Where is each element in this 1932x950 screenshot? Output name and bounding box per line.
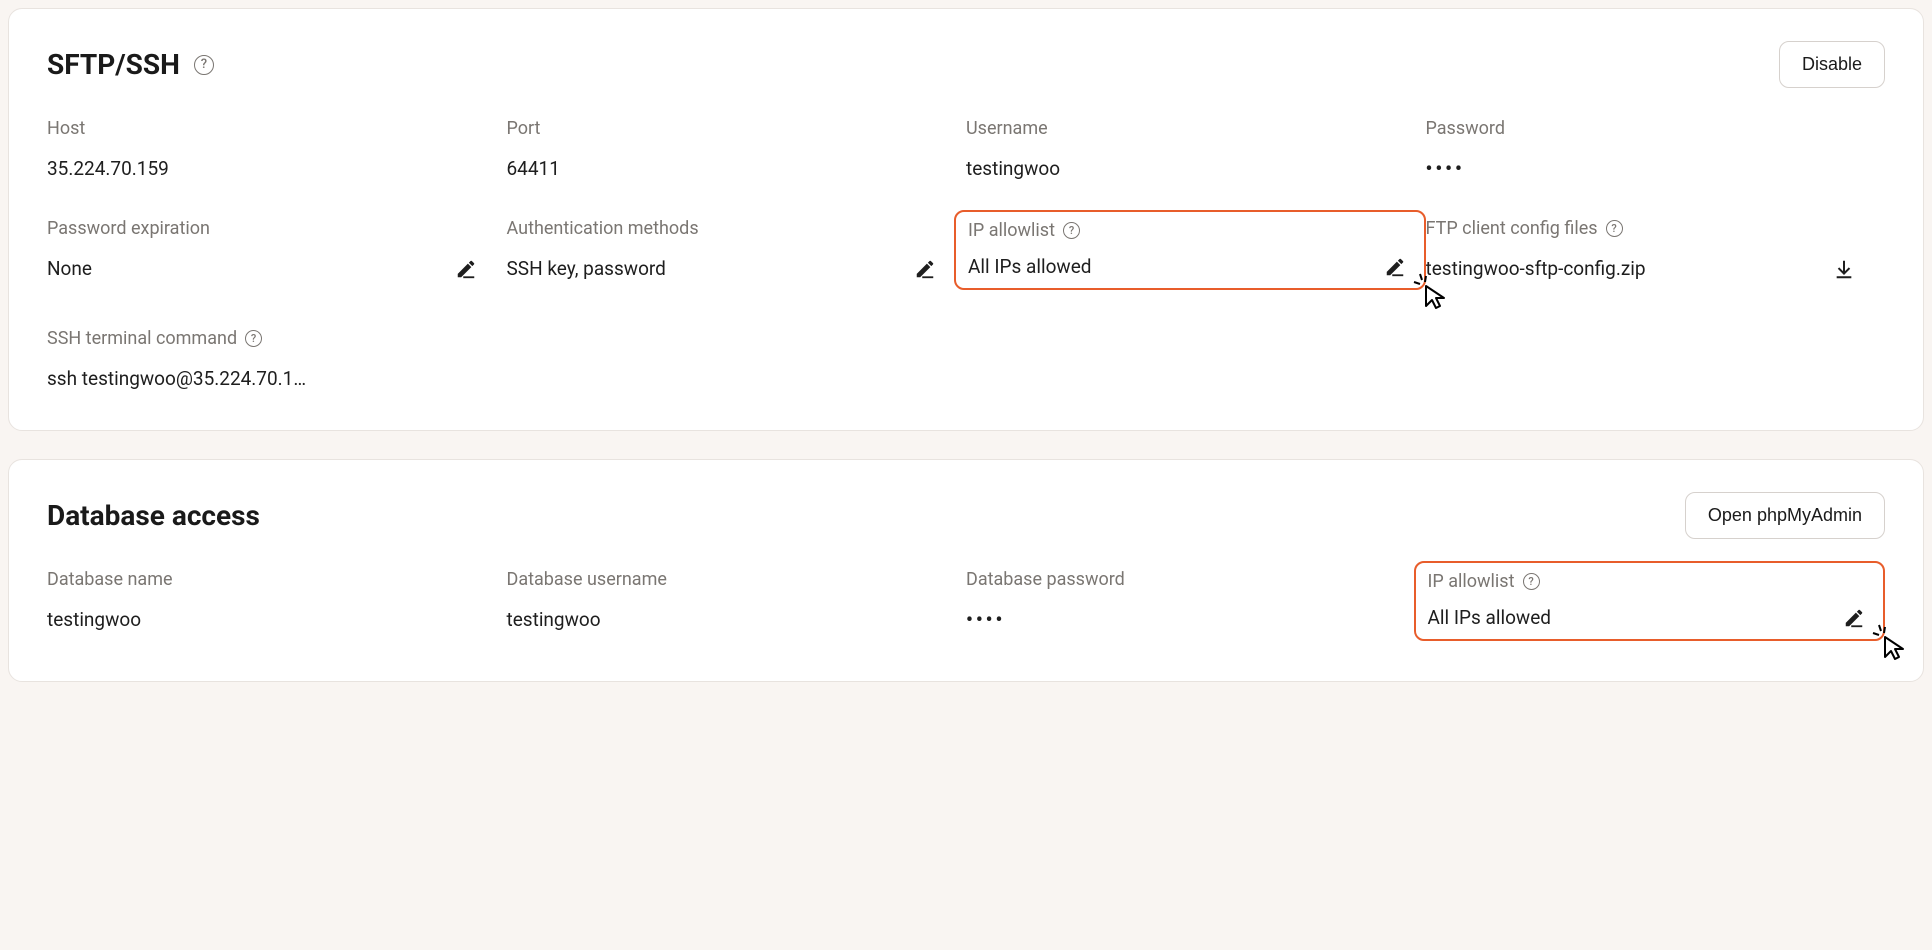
auth-methods-value: SSH key, password: [507, 257, 666, 280]
open-phpmyadmin-button[interactable]: Open phpMyAdmin: [1685, 492, 1885, 539]
ftp-config-label: FTP client config files: [1426, 218, 1598, 239]
ip-allowlist-label: IP allowlist: [968, 220, 1055, 241]
host-value: 35.224.70.159: [47, 157, 507, 180]
db-username-label: Database username: [507, 569, 967, 590]
db-name-label: Database name: [47, 569, 507, 590]
help-icon[interactable]: ?: [1523, 573, 1540, 590]
sftp-ip-allowlist-highlight: IP allowlist ? All IPs allowed: [954, 210, 1426, 290]
edit-icon[interactable]: [914, 258, 936, 280]
ip-allowlist-value: All IPs allowed: [968, 255, 1092, 278]
help-icon[interactable]: ?: [194, 55, 214, 75]
password-label: Password: [1426, 118, 1886, 139]
db-name-value: testingwoo: [47, 608, 507, 631]
download-icon[interactable]: [1833, 258, 1855, 280]
sftp-ssh-title: SFTP/SSH ?: [47, 48, 214, 81]
edit-icon[interactable]: [455, 258, 477, 280]
db-password-value: ••••: [966, 608, 1426, 631]
db-username-value: testingwoo: [507, 608, 967, 631]
password-value: ••••: [1426, 157, 1886, 180]
help-icon[interactable]: ?: [1606, 220, 1623, 237]
username-label: Username: [966, 118, 1426, 139]
ssh-terminal-value: ssh testingwoo@35.224.70.1…: [47, 367, 327, 390]
edit-icon[interactable]: [1843, 607, 1865, 629]
db-ip-allowlist-label: IP allowlist: [1428, 571, 1515, 592]
password-expiration-label: Password expiration: [47, 218, 507, 239]
host-label: Host: [47, 118, 507, 139]
ftp-config-value: testingwoo-sftp-config.zip: [1426, 257, 1646, 280]
help-icon[interactable]: ?: [245, 330, 262, 347]
port-label: Port: [507, 118, 967, 139]
database-access-title: Database access: [47, 499, 260, 532]
help-icon[interactable]: ?: [1063, 222, 1080, 239]
auth-methods-label: Authentication methods: [507, 218, 967, 239]
db-ip-allowlist-value: All IPs allowed: [1428, 606, 1552, 629]
password-expiration-value: None: [47, 257, 92, 280]
database-access-card: Database access Open phpMyAdmin Database…: [8, 459, 1924, 682]
db-ip-allowlist-highlight: IP allowlist ? All IPs allowed: [1414, 561, 1886, 641]
username-value: testingwoo: [966, 157, 1426, 180]
edit-icon[interactable]: [1384, 256, 1406, 278]
cursor-click-icon: [1871, 623, 1911, 663]
ssh-terminal-label: SSH terminal command: [47, 328, 237, 349]
port-value: 64411: [507, 157, 967, 180]
sftp-ssh-card: SFTP/SSH ? Disable Host 35.224.70.159 Po…: [8, 8, 1924, 431]
db-password-label: Database password: [966, 569, 1426, 590]
disable-button[interactable]: Disable: [1779, 41, 1885, 88]
